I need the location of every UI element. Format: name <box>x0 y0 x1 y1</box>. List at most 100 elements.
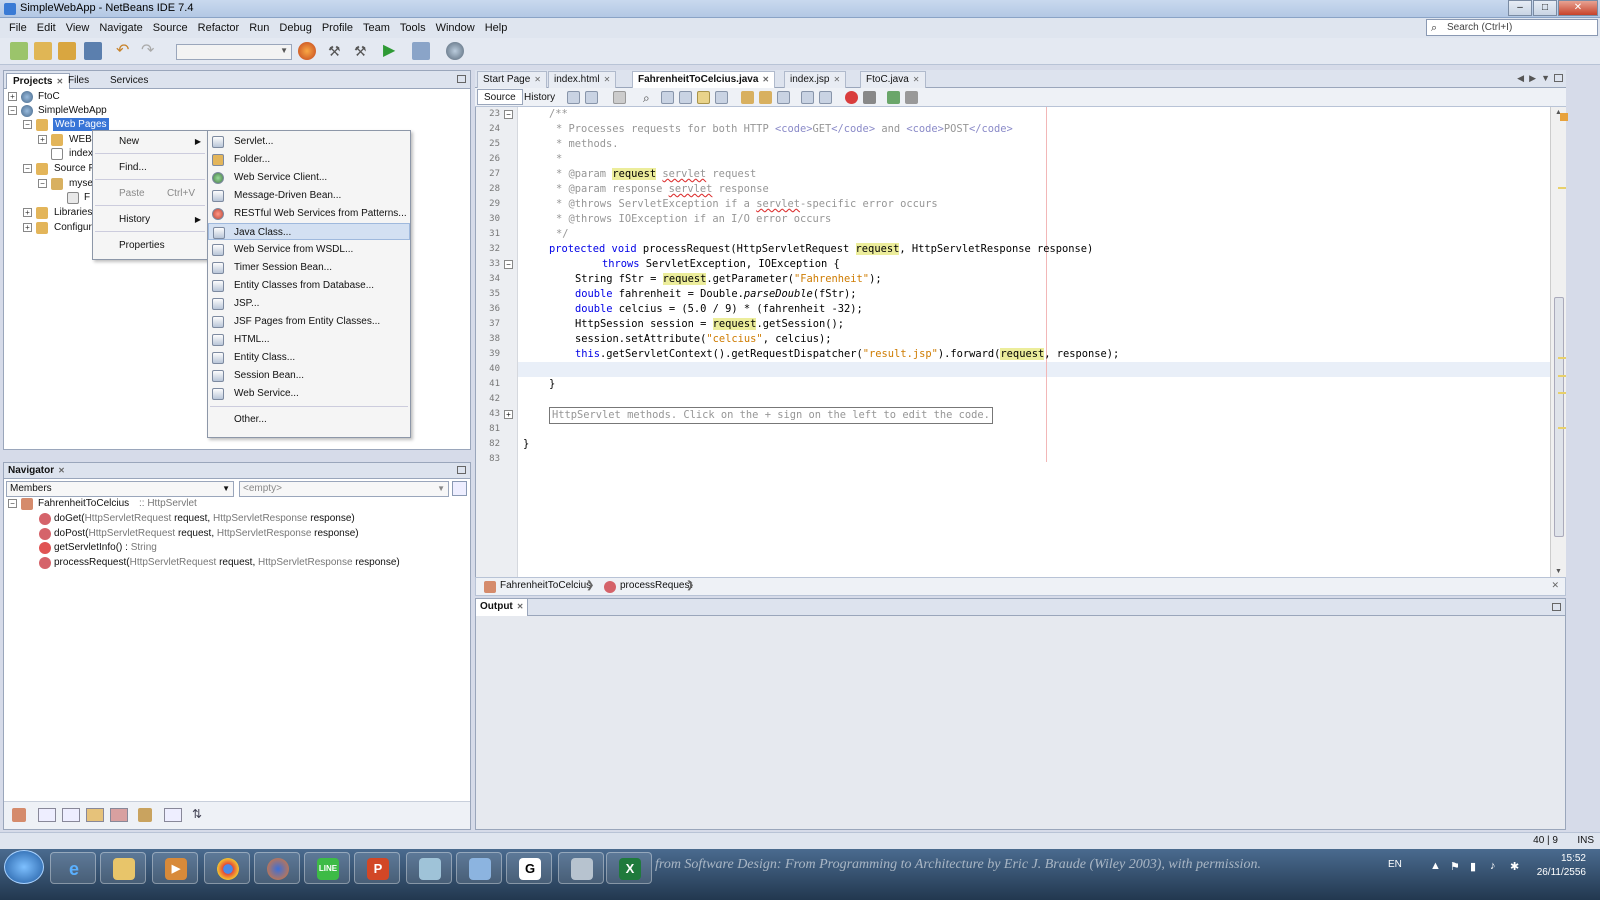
close-tab-icon[interactable]: ✕ <box>913 75 920 84</box>
show-nonpublic-icon[interactable] <box>86 808 104 822</box>
clock-time[interactable]: 15:52 <box>1561 853 1586 864</box>
taskbar-g-app[interactable]: G <box>506 852 552 884</box>
maximize-editor-icon[interactable] <box>1554 74 1563 82</box>
code-editor[interactable]: 23 24 25 26 27 28 29 30 31 32 33 34 35 3… <box>475 107 1568 577</box>
menu-team[interactable]: Team <box>358 22 395 34</box>
close-tab-icon[interactable]: ✕ <box>833 75 840 84</box>
network-icon[interactable]: ▮ <box>1470 860 1476 873</box>
context-select[interactable]: <empty> ▼ <box>239 481 449 497</box>
build-icon[interactable]: ⚒ <box>328 42 346 60</box>
tree-item-index[interactable]: index <box>4 146 94 161</box>
menu-navigate[interactable]: Navigate <box>94 22 147 34</box>
taskbar-firefox[interactable] <box>254 852 300 884</box>
submenu-item-html[interactable]: HTML... <box>208 331 410 348</box>
fold-expand-icon[interactable]: + <box>504 410 513 419</box>
run-icon[interactable]: ▶ <box>383 42 401 60</box>
show-hidden-icons-icon[interactable]: ▲ <box>1430 860 1441 872</box>
close-tab-icon[interactable]: ✕ <box>534 75 541 84</box>
fqn-icon[interactable] <box>138 808 152 822</box>
submenu-item-restful[interactable]: RESTful Web Services from Patterns... <box>208 205 410 222</box>
shift-left-icon[interactable] <box>801 91 814 104</box>
submenu-item-other[interactable]: Other... <box>208 411 410 428</box>
minimize-panel-icon[interactable] <box>457 466 466 474</box>
error-stripe-mark[interactable] <box>1558 187 1566 189</box>
forward-icon[interactable] <box>613 91 626 104</box>
menu-edit[interactable]: Edit <box>32 22 61 34</box>
taskbar-notepad[interactable] <box>406 852 452 884</box>
taskbar-netbeans[interactable] <box>456 852 502 884</box>
last-edit-icon[interactable] <box>567 91 580 104</box>
minimize-panel-icon[interactable] <box>457 75 466 83</box>
save-all-icon[interactable] <box>84 42 102 60</box>
undo-icon[interactable]: ↶ <box>116 42 134 60</box>
show-static-icon[interactable] <box>62 808 80 822</box>
menu-item-new[interactable]: New ▶ <box>93 133 207 150</box>
tab-services[interactable]: Services <box>104 73 154 89</box>
profile-icon[interactable] <box>446 42 464 60</box>
tray-app-icon[interactable]: ✱ <box>1510 860 1519 873</box>
editor-vertical-scrollbar[interactable]: ▲ ▼ <box>1550 107 1566 577</box>
volume-icon[interactable]: ♪ <box>1490 860 1496 872</box>
error-stripe-mark[interactable] <box>1558 357 1566 359</box>
submenu-item-web-service-wsdl[interactable]: Web Service from WSDL... <box>208 241 410 258</box>
taskbar-line[interactable]: LINE <box>304 852 350 884</box>
tab-fahrenheittocelcius-java[interactable]: FahrenheitToCelcius.java ✕ <box>632 71 776 88</box>
menu-refactor[interactable]: Refactor <box>193 22 245 34</box>
tree-item-configuration[interactable]: + Configura <box>4 220 97 235</box>
find-next-icon[interactable] <box>679 91 692 104</box>
submenu-item-web-service[interactable]: Web Service... <box>208 385 410 402</box>
new-project-icon[interactable] <box>34 42 52 60</box>
history-mode-button[interactable]: History <box>517 89 562 105</box>
sort-by-name-icon[interactable] <box>164 808 182 822</box>
menu-profile[interactable]: Profile <box>317 22 358 34</box>
menu-item-history[interactable]: History ▶ <box>93 211 207 228</box>
breadcrumb-method[interactable]: processRequest <box>620 580 692 591</box>
close-button[interactable]: ✕ <box>1558 0 1598 16</box>
menu-run[interactable]: Run <box>244 22 274 34</box>
members-filter-select[interactable]: Members ▼ <box>6 481 234 497</box>
navigator-member-doget[interactable]: doGet(HttpServletRequest request, HttpSe… <box>4 511 464 526</box>
menu-tools[interactable]: Tools <box>395 22 431 34</box>
tree-item-source-packages[interactable]: − Source Pa <box>4 161 101 176</box>
stop-macro-icon[interactable] <box>863 91 876 104</box>
taskbar-excel[interactable]: X <box>606 852 652 884</box>
taskbar-explorer[interactable] <box>100 852 146 884</box>
taskbar-internet-explorer[interactable]: e <box>50 852 96 884</box>
menu-debug[interactable]: Debug <box>274 22 316 34</box>
scroll-down-icon[interactable]: ▼ <box>1555 568 1562 575</box>
submenu-item-web-service-client[interactable]: Web Service Client... <box>208 169 410 186</box>
browser-icon[interactable] <box>298 42 316 60</box>
source-mode-button[interactable]: Source <box>477 89 523 105</box>
submenu-item-jsp[interactable]: JSP... <box>208 295 410 312</box>
close-tab-icon[interactable]: ✕ <box>762 75 769 84</box>
scrollbar-thumb[interactable] <box>1554 297 1564 537</box>
uncomment-icon[interactable] <box>905 91 918 104</box>
taskbar-chrome[interactable] <box>204 852 250 884</box>
tab-ftoc-java[interactable]: FtoC.java ✕ <box>860 71 926 88</box>
start-button[interactable] <box>4 850 44 884</box>
navigator-class-node[interactable]: − FahrenheitToCelcius :: HttpServlet <box>4 496 304 511</box>
start-macro-icon[interactable] <box>845 91 858 104</box>
menu-file[interactable]: File <box>4 22 32 34</box>
minimize-panel-icon[interactable] <box>1552 603 1561 611</box>
error-stripe-mark[interactable] <box>1558 427 1566 429</box>
tab-projects[interactable]: Projects ✕ <box>6 73 71 89</box>
submenu-item-timer-session-bean[interactable]: Timer Session Bean... <box>208 259 410 276</box>
scroll-tabs-left-icon[interactable]: ◀ <box>1517 73 1524 84</box>
tree-item-libraries[interactable]: + Libraries <box>4 205 94 220</box>
flag-icon[interactable]: ⚑ <box>1450 860 1460 873</box>
menu-item-find[interactable]: Find... <box>93 159 207 176</box>
navigator-member-getservletinfo[interactable]: getServletInfo() : String <box>4 540 464 555</box>
tab-index-jsp[interactable]: index.jsp ✕ <box>784 71 847 88</box>
submenu-item-java-class[interactable]: Java Class... <box>208 223 410 240</box>
close-tab-icon[interactable]: ✕ <box>517 602 524 611</box>
language-indicator[interactable]: EN <box>1388 859 1402 870</box>
tab-files[interactable]: Files <box>62 73 95 89</box>
menu-item-paste[interactable]: Paste Ctrl+V <box>93 185 207 202</box>
clean-build-icon[interactable]: ⚒ <box>354 42 372 60</box>
tab-start-page[interactable]: Start Page ✕ <box>477 71 547 88</box>
taskbar-powerpoint[interactable]: P <box>354 852 400 884</box>
menu-help[interactable]: Help <box>480 22 513 34</box>
submenu-item-servlet[interactable]: Servlet... <box>208 133 410 150</box>
submenu-item-folder[interactable]: Folder... <box>208 151 410 168</box>
